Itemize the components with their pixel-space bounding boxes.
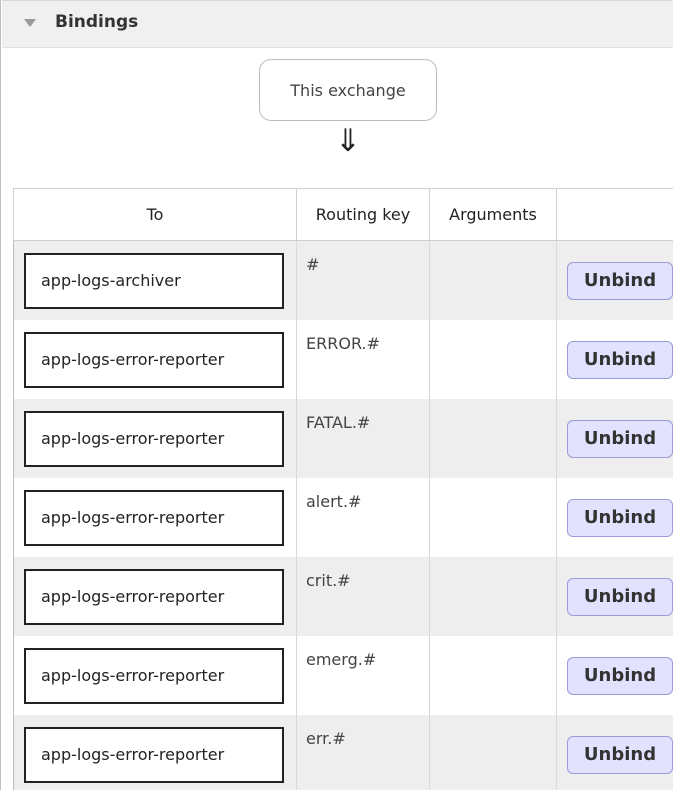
destination-queue-link[interactable]: app-logs-error-reporter (24, 647, 284, 704)
routing-key-cell: err.# (296, 715, 430, 790)
arguments-cell (429, 320, 557, 399)
routing-key: ERROR.# (306, 334, 380, 353)
routing-key-cell: crit.# (296, 557, 430, 636)
bindings-section-header[interactable]: Bindings (2, 0, 673, 48)
routing-key: crit.# (306, 571, 351, 590)
to-cell: app-logs-error-reporter (13, 399, 297, 478)
destination-queue-link[interactable]: app-logs-error-reporter (24, 331, 284, 388)
to-cell: app-logs-error-reporter (13, 320, 297, 399)
routing-key: # (306, 255, 320, 274)
table-row: app-logs-error-reporter alert.# Unbind (13, 478, 673, 557)
arguments-cell (429, 478, 557, 557)
table-row: app-logs-error-reporter ERROR.# Unbind (13, 320, 673, 399)
unbind-button[interactable]: Unbind (567, 498, 673, 537)
destination-queue-link[interactable]: app-logs-error-reporter (24, 568, 284, 625)
unbind-button[interactable]: Unbind (567, 735, 673, 774)
this-exchange-node: This exchange (259, 59, 437, 121)
table-row: app-logs-error-reporter err.# Unbind (13, 715, 673, 790)
routing-key-cell: ERROR.# (296, 320, 430, 399)
unbind-button[interactable]: Unbind (567, 419, 673, 458)
table-row: app-logs-error-reporter FATAL.# Unbind (13, 399, 673, 478)
routing-key: alert.# (306, 492, 362, 511)
table-header-row: To Routing key Arguments (13, 188, 673, 241)
destination-queue-link[interactable]: app-logs-archiver (24, 252, 284, 309)
destination-queue-link[interactable]: app-logs-error-reporter (24, 410, 284, 467)
to-cell: app-logs-error-reporter (13, 557, 297, 636)
action-cell: Unbind (556, 399, 673, 478)
table-row: app-logs-error-reporter emerg.# Unbind (13, 636, 673, 715)
bindings-panel: Bindings This exchange ⇓ To Routing key … (0, 0, 673, 790)
routing-key-cell: emerg.# (296, 636, 430, 715)
action-cell: Unbind (556, 478, 673, 557)
action-cell: Unbind (556, 557, 673, 636)
to-cell: app-logs-archiver (13, 240, 297, 320)
bindings-table: To Routing key Arguments app-logs-archiv… (13, 188, 673, 790)
routing-key: FATAL.# (306, 413, 371, 432)
arguments-cell (429, 715, 557, 790)
routing-key: err.# (306, 729, 346, 748)
to-cell: app-logs-error-reporter (13, 715, 297, 790)
routing-key-cell: alert.# (296, 478, 430, 557)
arguments-cell (429, 399, 557, 478)
section-title: Bindings (55, 12, 139, 32)
arguments-cell (429, 240, 557, 320)
triangle-down-icon[interactable] (24, 19, 36, 27)
unbind-button[interactable]: Unbind (567, 340, 673, 379)
destination-queue-link[interactable]: app-logs-error-reporter (24, 726, 284, 783)
routing-key-cell: # (296, 240, 430, 320)
unbind-button[interactable]: Unbind (567, 656, 673, 695)
unbind-button[interactable]: Unbind (567, 261, 673, 300)
action-cell: Unbind (556, 636, 673, 715)
column-header-to: To (13, 188, 297, 241)
table-row: app-logs-error-reporter crit.# Unbind (13, 557, 673, 636)
column-header-routing-key: Routing key (296, 188, 430, 241)
arguments-cell (429, 636, 557, 715)
unbind-button[interactable]: Unbind (567, 577, 673, 616)
double-down-arrow-icon: ⇓ (335, 123, 361, 159)
to-cell: app-logs-error-reporter (13, 478, 297, 557)
action-cell: Unbind (556, 715, 673, 790)
routing-key-cell: FATAL.# (296, 399, 430, 478)
destination-queue-link[interactable]: app-logs-error-reporter (24, 489, 284, 546)
column-header-arguments: Arguments (429, 188, 557, 241)
column-header-actions (556, 188, 673, 241)
action-cell: Unbind (556, 240, 673, 320)
to-cell: app-logs-error-reporter (13, 636, 297, 715)
table-row: app-logs-archiver # Unbind (13, 240, 673, 320)
action-cell: Unbind (556, 320, 673, 399)
arguments-cell (429, 557, 557, 636)
routing-key: emerg.# (306, 650, 377, 669)
